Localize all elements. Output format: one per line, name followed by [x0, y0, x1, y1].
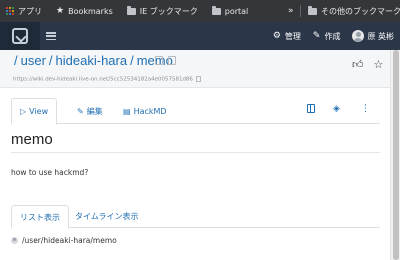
scrollbar[interactable]	[390, 50, 400, 260]
user-menu[interactable]: 原 英彬	[352, 30, 394, 42]
more-menu-icon[interactable]: ⋮	[361, 104, 370, 114]
create-label: 作成	[324, 31, 341, 41]
copy-url-icon[interactable]	[195, 76, 201, 82]
user-name: 原 英彬	[367, 31, 394, 41]
bookmark-other-folder[interactable]: その他のブックマーク	[308, 0, 400, 22]
layers-icon[interactable]: ◈	[333, 104, 340, 114]
tab-edit[interactable]: ✎ 編集	[77, 98, 103, 124]
tab-timeline-view[interactable]: タイムライン表示	[75, 205, 138, 228]
document-icon: ▤	[123, 106, 131, 116]
pencil-icon: ✎	[312, 31, 321, 41]
tab-view[interactable]: ▷ View	[11, 98, 58, 125]
apps-grid-dot	[9, 13, 11, 15]
page-tabs: ▷ View ✎ 編集 ▤ HackMD ◈ ⋮	[11, 98, 380, 125]
permalink-text: https://wiki.dev-hideaki.live-on.net/5cc…	[13, 76, 193, 83]
gear-icon: ⚙	[272, 31, 281, 41]
tab-label: View	[29, 107, 49, 116]
bookmarks-divider	[300, 5, 301, 17]
list-item[interactable]: /user/hideaki-hara/memo	[11, 236, 117, 245]
apps-grid-dot	[12, 13, 14, 15]
admin-label: 管理	[284, 31, 301, 41]
bookmark-folder-portal[interactable]: portal	[211, 5, 249, 16]
path-separator: /	[48, 53, 53, 68]
edit-icon: ✎	[77, 106, 84, 116]
bookmark-label: portal	[224, 6, 249, 16]
growi-logo-icon	[12, 28, 28, 44]
thumbs-up-icon[interactable]: 👍︎	[352, 58, 364, 71]
create-button[interactable]: ✎ 作成	[313, 31, 341, 42]
avatar	[11, 237, 18, 244]
path-segment-user[interactable]: user	[21, 53, 46, 68]
star-outline-icon[interactable]: ☆	[374, 58, 384, 71]
apps-grid-dot	[6, 10, 8, 12]
apps-grid-dot	[9, 10, 11, 12]
page-list-tabs: リスト表示 タイムライン表示	[11, 205, 380, 229]
bookmark-label: その他のブックマーク	[321, 6, 400, 16]
bookmark-label: IE ブックマーク	[139, 6, 198, 16]
path-separator: /	[14, 53, 18, 68]
hamburger-menu-icon[interactable]	[46, 32, 56, 40]
page-title: memo	[11, 131, 53, 148]
play-icon: ▷	[20, 107, 27, 116]
bookmark-label: アプリ	[18, 6, 42, 16]
page-permalink: https://wiki.dev-hideaki.live-on.net/5cc…	[13, 76, 201, 83]
sidebar-toggle-icon[interactable]	[307, 104, 315, 113]
page-header: / user / hideaki-hara / memo https://wiki.dev…	[0, 50, 390, 88]
folder-icon	[211, 5, 221, 15]
star-icon: ★	[56, 6, 65, 16]
apps-grid-dot	[6, 7, 8, 9]
folder-icon	[126, 5, 136, 15]
apps-grid-icon	[6, 7, 14, 15]
folder-icon	[308, 5, 317, 15]
bookmark-folder-ie[interactable]: IE ブックマーク	[126, 5, 198, 17]
page-body: how to use hackmd?	[11, 168, 89, 177]
tab-hackmd[interactable]: ▤ HackMD	[123, 98, 167, 124]
app-navbar: ⚙ 管理 ✎ 作成 原 英彬	[0, 22, 400, 50]
bookmarks-overflow-button[interactable]: »	[288, 0, 294, 22]
rename-icon[interactable]	[168, 56, 176, 65]
bookmark-bookmarks[interactable]: ★ Bookmarks	[56, 6, 113, 16]
list-item-path: /user/hideaki-hara/memo	[22, 236, 117, 245]
admin-button[interactable]: ⚙ 管理	[273, 31, 301, 42]
apps-grid-dot	[12, 10, 14, 12]
tab-label: 編集	[86, 106, 103, 116]
app-logo[interactable]	[0, 22, 40, 50]
bookmark-apps[interactable]: アプリ	[6, 6, 42, 17]
avatar	[352, 30, 365, 42]
apps-grid-dot	[12, 7, 14, 9]
path-segment-hideaki-hara[interactable]: hideaki-hara	[56, 53, 128, 68]
scrollbar-thumb[interactable]	[393, 50, 399, 260]
path-separator: /	[130, 53, 134, 68]
divider	[11, 152, 380, 153]
page-path: / user / hideaki-hara / memo	[11, 53, 173, 68]
apps-grid-dot	[9, 7, 11, 9]
copy-path-icon[interactable]	[155, 56, 163, 65]
tab-list-view[interactable]: リスト表示	[11, 205, 69, 229]
apps-grid-dot	[6, 13, 8, 15]
bookmark-label: Bookmarks	[68, 6, 113, 16]
tab-label: HackMD	[133, 106, 167, 116]
